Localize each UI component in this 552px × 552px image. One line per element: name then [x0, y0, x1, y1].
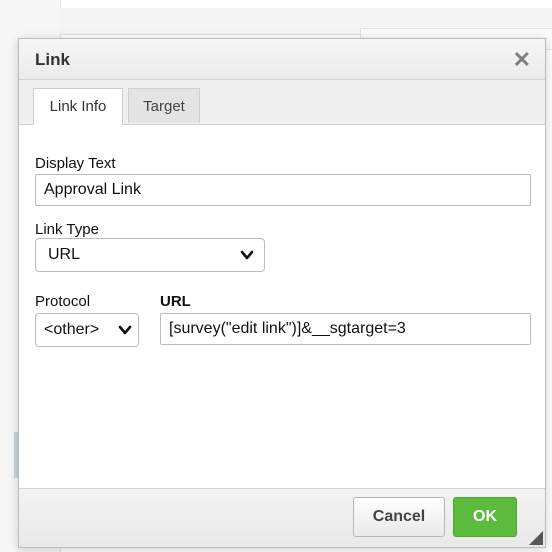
protocol-select[interactable]: <other>	[35, 313, 139, 347]
url-label: URL	[160, 293, 191, 310]
link-type-label: Link Type	[35, 221, 99, 238]
display-text-input[interactable]: Approval Link	[35, 174, 531, 206]
url-input[interactable]: [survey("edit link")]&__sgtarget=3	[160, 313, 531, 345]
chevron-down-icon	[240, 250, 254, 260]
dialog-title: Link	[35, 50, 70, 69]
display-text-label: Display Text	[35, 155, 116, 172]
link-dialog: Link ✕ Link Info Target Display Text App…	[18, 38, 546, 548]
link-type-select[interactable]: URL	[35, 238, 265, 272]
tab-link-info[interactable]: Link Info	[33, 88, 123, 125]
link-type-value: URL	[48, 246, 81, 263]
resize-handle-icon[interactable]	[529, 531, 543, 545]
protocol-label: Protocol	[35, 293, 91, 310]
tab-bar: Link Info Target	[19, 80, 545, 125]
dialog-footer: Cancel OK	[19, 488, 545, 547]
chevron-down-icon	[118, 325, 132, 335]
close-icon[interactable]: ✕	[513, 47, 531, 73]
tab-target[interactable]: Target	[128, 88, 200, 123]
cancel-button[interactable]: Cancel	[353, 497, 445, 537]
protocol-value: <other>	[44, 321, 100, 338]
dialog-titlebar[interactable]: Link ✕	[19, 39, 545, 80]
ok-button[interactable]: OK	[453, 497, 517, 537]
